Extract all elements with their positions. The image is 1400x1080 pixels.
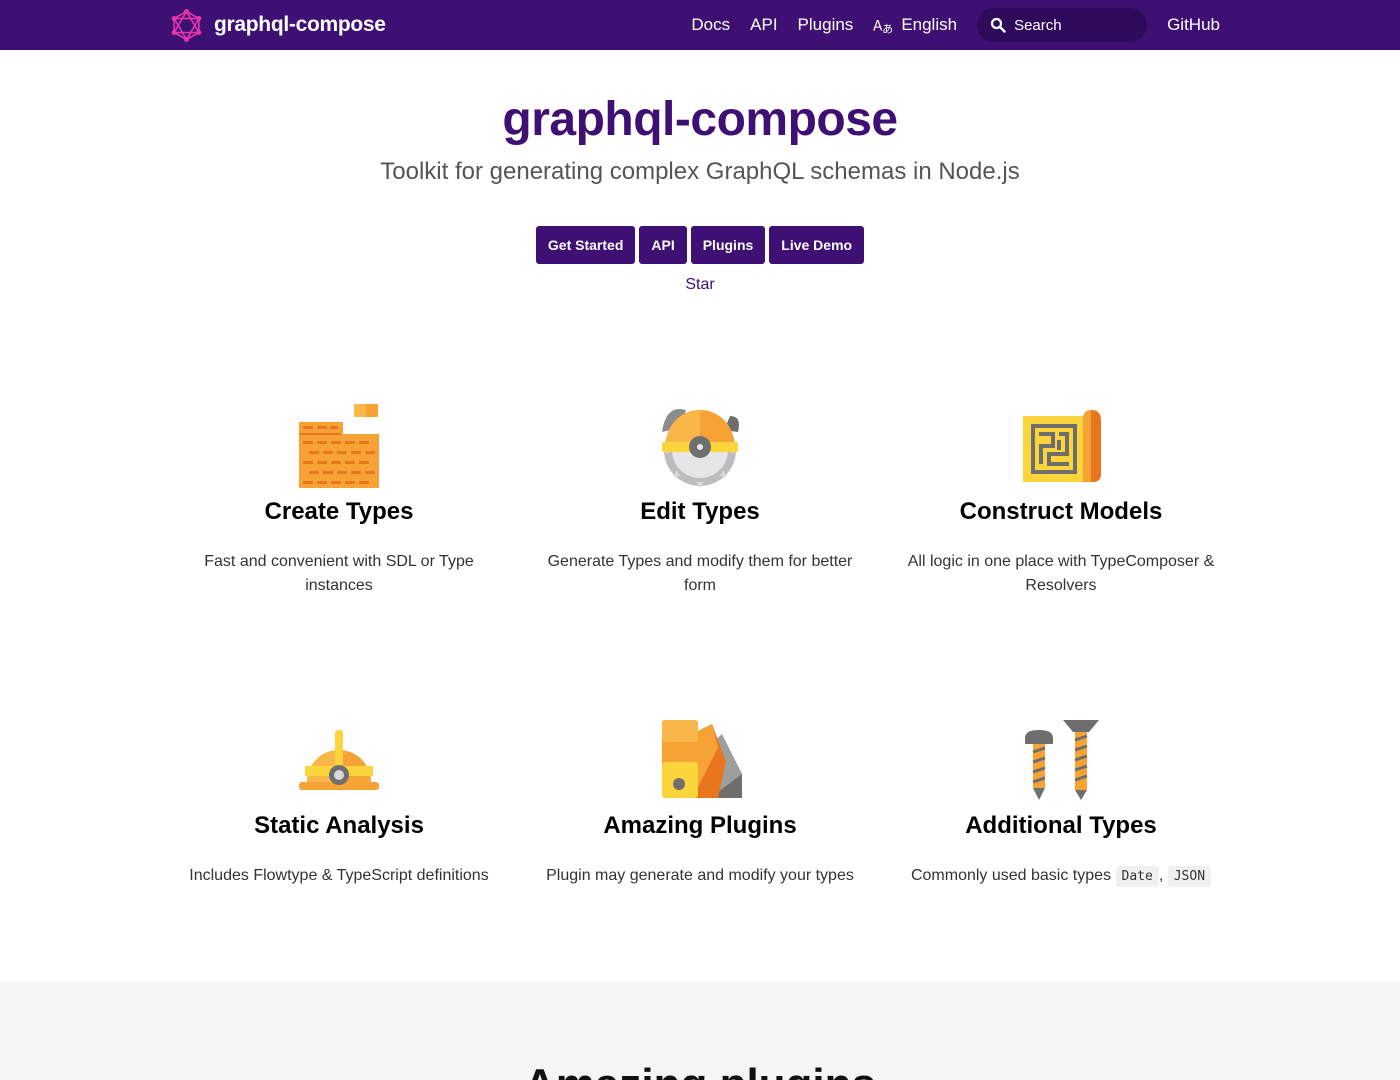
graphql-logo-icon	[171, 8, 202, 42]
feature-title: Static Analysis	[254, 812, 424, 839]
feature-title: Edit Types	[640, 498, 760, 525]
feature-title: Create Types	[264, 498, 414, 525]
feature-construct-models: Construct Models All logic in one place …	[896, 404, 1226, 598]
nav-api-link[interactable]: API	[750, 15, 777, 35]
feature-description: Generate Types and modify them for bette…	[547, 553, 853, 594]
api-button[interactable]: API	[639, 226, 687, 264]
feature-title: Construct Models	[959, 498, 1163, 525]
brand-home-link[interactable]: graphql-compose	[170, 8, 386, 42]
search-input[interactable]	[1014, 16, 1135, 34]
feature-edit-types: Edit Types Generate Types and modify the…	[535, 404, 865, 598]
feature-description: Commonly used basic types Date, JSON	[896, 864, 1226, 889]
feature-description: All logic in one place with TypeComposer…	[907, 553, 1215, 594]
top-nav: graphql-compose Docs API Plugins A あ Eng…	[0, 0, 1400, 50]
nav-links: Docs API Plugins A あ English GitHub	[691, 0, 1220, 50]
feature-amazing-plugins: Amazing Plugins Plugin may generate and …	[535, 718, 865, 888]
hero-button-group: Get Started API Plugins Live Demo	[0, 226, 1400, 264]
language-label: English	[901, 15, 958, 34]
code-separator: ,	[1158, 867, 1164, 884]
circular-saw-icon	[662, 408, 739, 488]
search-box[interactable]	[977, 8, 1148, 42]
brick-wall-icon	[299, 404, 379, 488]
feature-additional-types: Additional Types Commonly used basic typ…	[896, 718, 1226, 889]
translate-icon: A あ	[873, 19, 893, 36]
feature-description: Includes Flowtype & TypeScript definitio…	[189, 867, 489, 884]
hard-hat-icon	[299, 730, 379, 790]
search-icon	[990, 17, 1006, 33]
plugins-button[interactable]: Plugins	[690, 226, 766, 264]
feature-title: Amazing Plugins	[603, 812, 797, 839]
code-json: JSON	[1167, 866, 1212, 887]
feature-description-text: Commonly used basic types	[910, 867, 1112, 884]
plugins-section: Amazing plugins	[0, 982, 1400, 1080]
live-demo-button[interactable]: Live Demo	[769, 226, 865, 264]
feature-description: Plugin may generate and modify your type…	[546, 867, 854, 884]
blueprint-icon	[1023, 410, 1101, 482]
code-date: Date	[1115, 866, 1159, 887]
brand-title: graphql-compose	[214, 13, 386, 36]
screws-icon	[1025, 720, 1099, 800]
feature-description: Fast and convenient with SDL or Type ins…	[204, 553, 474, 594]
section-title: Amazing plugins	[0, 1060, 1400, 1080]
feature-create-types: Create Types Fast and convenient with SD…	[174, 404, 504, 598]
nav-github-link[interactable]: GitHub	[1167, 15, 1220, 35]
page-title: graphql-compose	[502, 93, 898, 146]
svg-text:あ: あ	[882, 22, 893, 35]
nav-plugins-link[interactable]: Plugins	[798, 15, 854, 35]
feature-title: Additional Types	[965, 812, 1157, 839]
github-star-link[interactable]: Star	[0, 276, 1400, 294]
get-started-button[interactable]: Get Started	[535, 226, 636, 264]
color-swatches-icon	[662, 720, 742, 798]
feature-static-analysis: Static Analysis Includes Flowtype & Type…	[174, 718, 504, 888]
hero-tagline: Toolkit for generating complex GraphQL s…	[380, 158, 1020, 185]
language-selector[interactable]: A あ English	[873, 14, 957, 36]
nav-docs-link[interactable]: Docs	[691, 15, 730, 35]
